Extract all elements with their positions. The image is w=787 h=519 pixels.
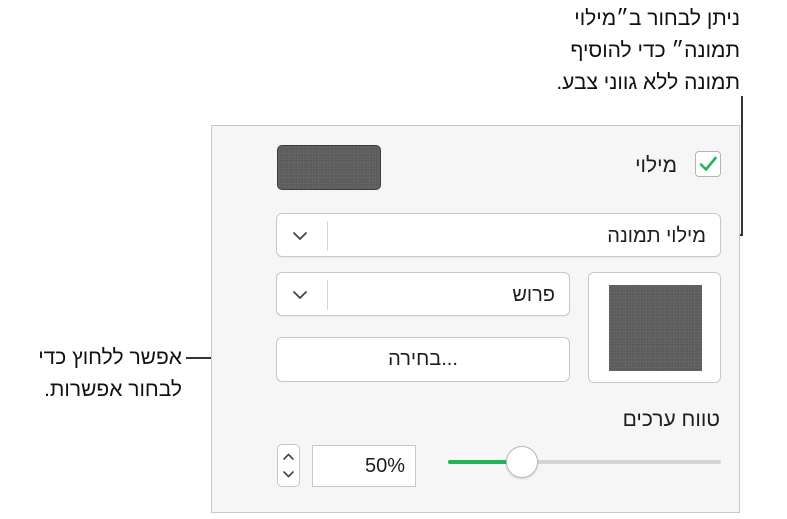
opacity-stepper[interactable] [277, 444, 300, 487]
fill-checkbox[interactable] [695, 151, 721, 177]
choose-image-button[interactable]: בחירה... [276, 337, 570, 382]
image-preview [609, 285, 702, 371]
fill-label: מילוי [635, 154, 677, 177]
opacity-value-field[interactable]: 50% [312, 445, 416, 487]
chevron-down-icon[interactable] [282, 214, 322, 258]
fill-color-well[interactable] [277, 145, 381, 190]
callout-leader-vertical [741, 96, 743, 235]
callout-line: אפשר ללחוץ כדי [38, 346, 182, 369]
popup-divider [327, 221, 328, 251]
fill-inspector-panel: מילוי מילוי תמונה פרוש בחירה... טווח ערכ… [211, 125, 740, 513]
popup-divider [327, 280, 328, 310]
callout-choose: אפשר ללחוץ כדי לבחור אפשרות. [0, 342, 182, 406]
callout-line: תמונה״ כדי להוסיף [570, 39, 740, 62]
opacity-label: טווח ערכים [622, 408, 720, 431]
chevron-down-icon[interactable] [282, 273, 322, 317]
stepper-down-icon[interactable] [278, 445, 299, 486]
opacity-slider-knob[interactable] [505, 446, 538, 478]
image-well[interactable] [588, 272, 721, 383]
callout-line: לבחור אפשרות. [44, 378, 182, 401]
image-scale-popup[interactable]: פרוש [276, 272, 570, 316]
fill-type-popup[interactable]: מילוי תמונה [276, 213, 721, 257]
callout-fill-image: ניתן לבחור ב״מילוי תמונה״ כדי להוסיף תמו… [556, 3, 740, 99]
fill-type-value: מילוי תמונה [607, 225, 706, 247]
image-scale-value: פרוש [512, 284, 555, 306]
callout-line: ניתן לבחור ב״מילוי [574, 7, 740, 30]
checkmark-icon [699, 156, 717, 171]
callout-line: תמונה ללא גווני צבע. [556, 71, 740, 94]
